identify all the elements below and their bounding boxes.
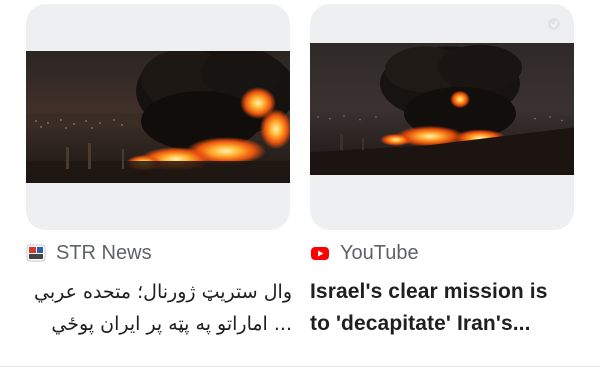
source-name: STR News [56, 241, 152, 264]
corner-indicator-icon [546, 16, 562, 32]
headline-line: Israel's clear mission is [310, 280, 548, 303]
news-card-youtube[interactable]: YouTube Israel's clear mission is to 'de… [310, 0, 578, 367]
source-row[interactable]: YouTube [310, 240, 419, 266]
headline-line: to 'decapitate' Iran's... [310, 312, 531, 335]
news-card-str[interactable]: STR News وال ستریټ ژورنال؛ متحده عربي ..… [26, 0, 294, 367]
source-name: YouTube [340, 241, 419, 264]
youtube-icon [310, 243, 330, 263]
headline[interactable]: وال ستریټ ژورنال؛ متحده عربي ... اماراتو… [26, 276, 292, 340]
thumbnail-frame[interactable] [310, 4, 574, 230]
news-thumbnail[interactable] [26, 51, 290, 183]
news-thumbnail[interactable] [310, 43, 574, 175]
headline-line: ... اماراتو په پټه پر ایران پوځي [51, 313, 292, 335]
headline[interactable]: Israel's clear mission is to 'decapitate… [310, 276, 576, 340]
thumbnail-frame[interactable] [26, 4, 290, 230]
source-row[interactable]: STR News [26, 240, 152, 266]
headline-line: وال ستریټ ژورنال؛ متحده عربي [34, 281, 292, 303]
str-news-icon [26, 243, 46, 263]
